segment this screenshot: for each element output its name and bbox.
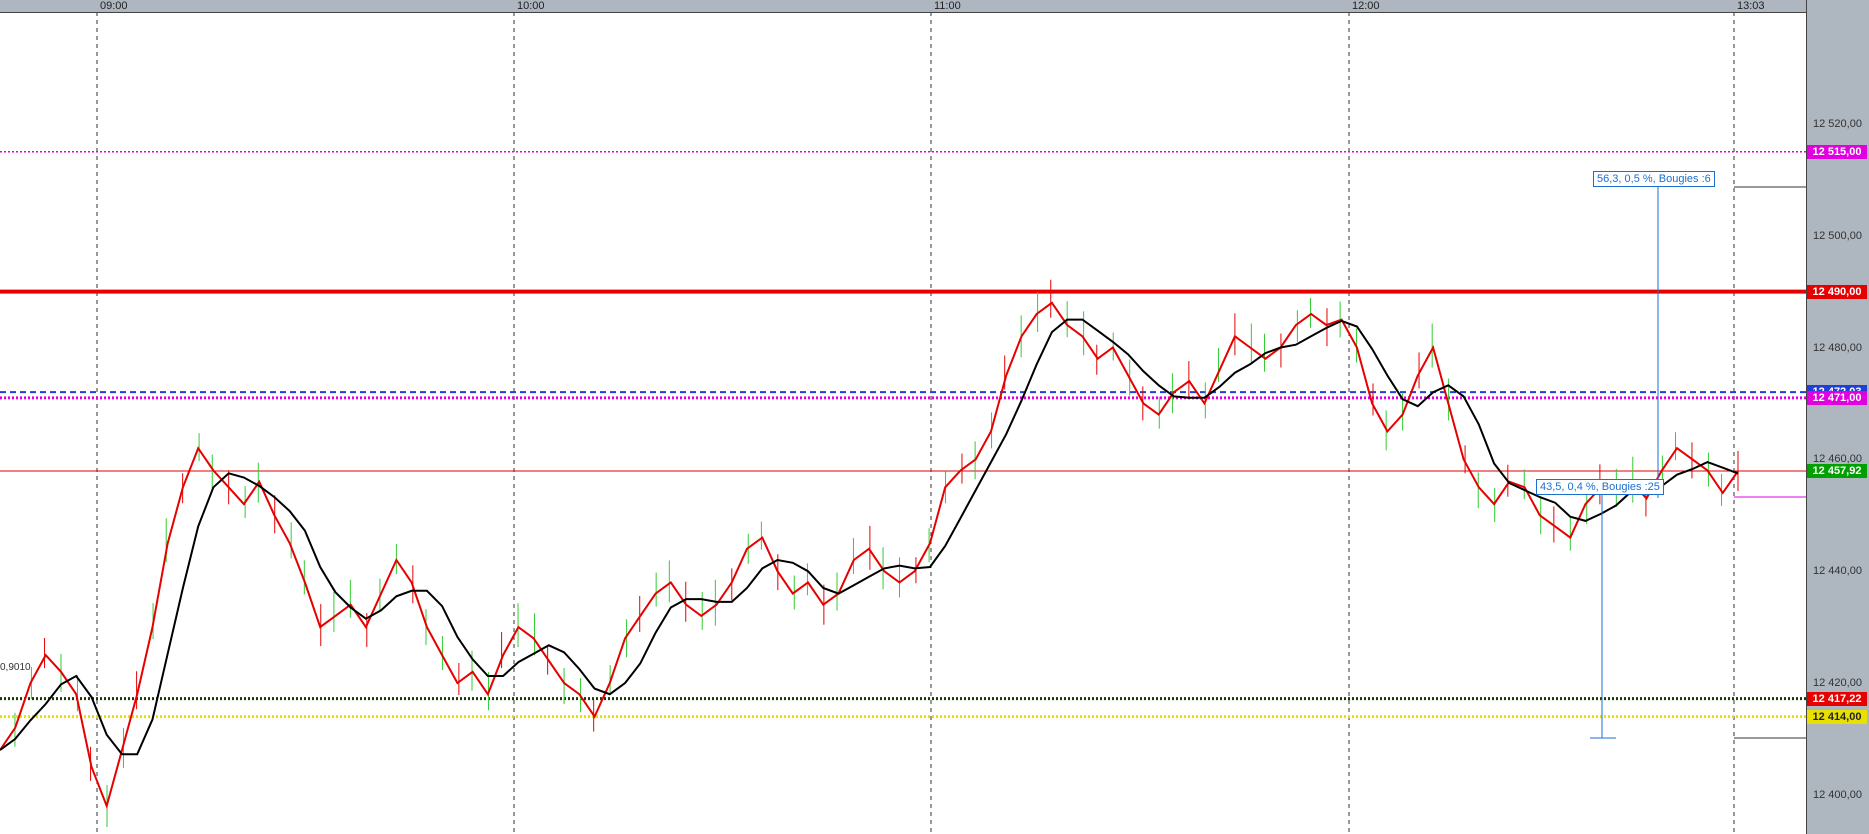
price-tick-label: 12 420,00 (1813, 677, 1862, 690)
measure-label-lower[interactable]: 43,5, 0,4 %, Bougies :25 (1536, 479, 1664, 495)
fast-ma-line (0, 301, 1739, 810)
price-tick-label: 12 500,00 (1813, 229, 1862, 242)
price-tick-label: 12 440,00 (1813, 565, 1862, 578)
time-label: 09:00 (100, 0, 128, 12)
price-level-tag: 12 490,00 (1807, 284, 1867, 299)
price-chart[interactable] (0, 0, 1869, 834)
price-level-tag: 12 417,22 (1807, 691, 1867, 706)
price-level-tag: 12 457,92 (1807, 463, 1867, 478)
time-axis (0, 0, 1806, 13)
price-level-tag: 12 515,00 (1807, 144, 1867, 159)
price-tick-label: 12 520,00 (1813, 117, 1862, 130)
slow-ma-line (0, 318, 1739, 756)
price-level-tag: 12 414,00 (1807, 709, 1867, 724)
time-label: 10:00 (517, 0, 545, 12)
time-label: 12:00 (1352, 0, 1380, 12)
price-tick-label: 12 400,00 (1813, 788, 1862, 801)
small-level-label: 0,9010 (0, 662, 31, 673)
price-level-tag: 12 471,00 (1807, 390, 1867, 405)
price-tick-label: 12 480,00 (1813, 341, 1862, 354)
time-label: 13:03 (1737, 0, 1765, 12)
measure-label-upper[interactable]: 56,3, 0,5 %, Bougies :6 (1593, 171, 1715, 187)
chart-root: 09:00 10:00 11:00 12:00 13:03 12 520,00 12 50… (0, 0, 1869, 834)
time-label: 11:00 (934, 0, 961, 12)
